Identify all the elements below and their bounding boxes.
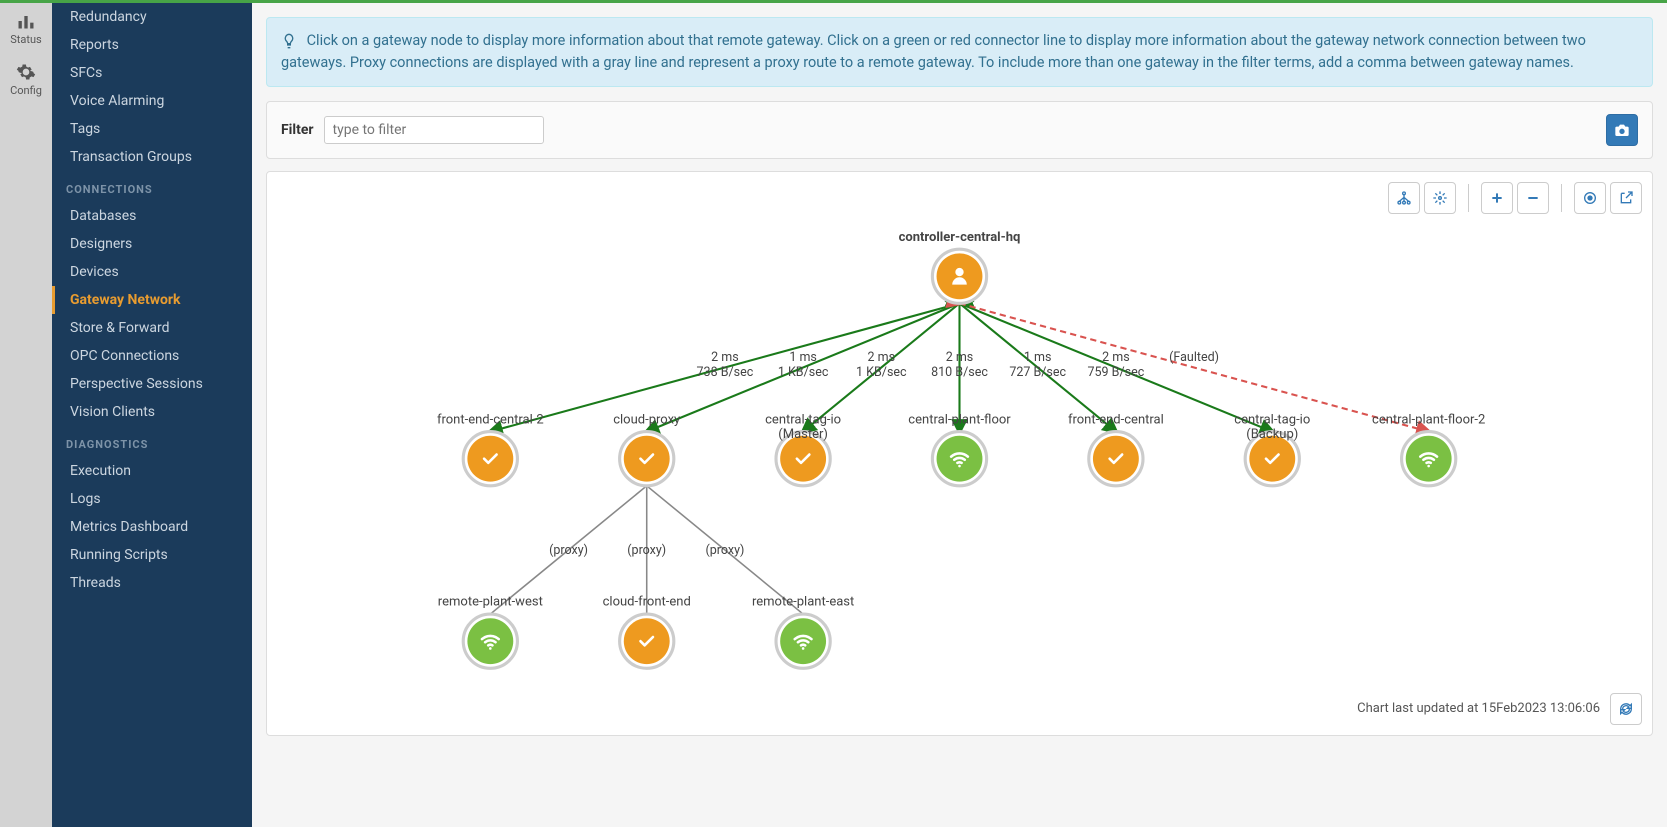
svg-text:810 B/sec: 810 B/sec xyxy=(931,364,988,379)
sidebar-item-reports[interactable]: Reports xyxy=(52,31,252,59)
node-front-end-central[interactable]: front-end-central xyxy=(1068,412,1164,486)
svg-text:2 ms: 2 ms xyxy=(1102,350,1130,365)
sidebar-item-gateway-network[interactable]: Gateway Network xyxy=(52,286,252,314)
tree-layout-button[interactable] xyxy=(1388,182,1420,214)
node-central-tag-io-backup[interactable]: central-tag-io(Backup) xyxy=(1234,412,1310,486)
graph-panel: 2 ms738 B/sec1 ms1 KB/sec2 ms1 KB/sec2 m… xyxy=(266,171,1653,736)
sidebar-item-sfcs[interactable]: SFCs xyxy=(52,59,252,87)
zoom-in-button[interactable] xyxy=(1481,182,1513,214)
sidebar-item-execution[interactable]: Execution xyxy=(52,457,252,485)
sidebar-item-threads[interactable]: Threads xyxy=(52,569,252,597)
network-graph[interactable]: 2 ms738 B/sec1 ms1 KB/sec2 ms1 KB/sec2 m… xyxy=(267,172,1652,735)
svg-text:(proxy): (proxy) xyxy=(549,543,588,558)
sidebar-item-logs[interactable]: Logs xyxy=(52,485,252,513)
sidebar-item-voice-alarming[interactable]: Voice Alarming xyxy=(52,87,252,115)
svg-text:727 B/sec: 727 B/sec xyxy=(1009,364,1066,379)
rail-config[interactable]: Config xyxy=(0,54,52,105)
screenshot-button[interactable] xyxy=(1606,114,1638,146)
node-controller-central-hq[interactable]: controller-central-hq xyxy=(899,229,1021,303)
svg-text:1 KB/sec: 1 KB/sec xyxy=(778,364,829,379)
info-banner-text: Click on a gateway node to display more … xyxy=(281,32,1586,71)
node-cloud-proxy[interactable]: cloud-proxy xyxy=(613,412,680,486)
filter-label: Filter xyxy=(281,122,314,138)
svg-text:(Faulted): (Faulted) xyxy=(1169,350,1219,365)
sidebar-item-tags[interactable]: Tags xyxy=(52,115,252,143)
svg-text:front-end-central-2: front-end-central-2 xyxy=(437,412,544,427)
camera-icon xyxy=(1614,122,1630,138)
plus-icon xyxy=(1489,190,1505,206)
svg-text:remote-plant-east: remote-plant-east xyxy=(752,594,854,609)
svg-text:1 ms: 1 ms xyxy=(789,350,817,365)
recenter-button[interactable] xyxy=(1574,182,1606,214)
svg-text:cloud-front-end: cloud-front-end xyxy=(603,594,691,609)
filter-bar: Filter xyxy=(266,101,1653,159)
tree-icon xyxy=(1396,190,1412,206)
sidebar-item-transaction-groups[interactable]: Transaction Groups xyxy=(52,143,252,171)
refresh-icon xyxy=(1618,701,1634,717)
svg-text:2 ms: 2 ms xyxy=(711,350,739,365)
bar-chart-icon xyxy=(16,11,36,31)
minus-icon xyxy=(1525,190,1541,206)
node-central-tag-io-master[interactable]: central-tag-io(Master) xyxy=(765,412,841,486)
svg-text:738 B/sec: 738 B/sec xyxy=(697,364,754,379)
diagnostics-header: DIAGNOSTICS xyxy=(52,426,252,457)
external-link-icon xyxy=(1618,190,1634,206)
svg-text:(Master): (Master) xyxy=(778,426,828,441)
svg-text:front-end-central: front-end-central xyxy=(1068,412,1164,427)
rail-config-label: Config xyxy=(10,84,42,97)
svg-text:central-plant-floor-2: central-plant-floor-2 xyxy=(1372,412,1485,427)
lightbulb-icon xyxy=(281,33,297,49)
radial-icon xyxy=(1432,190,1448,206)
rail-status[interactable]: Status xyxy=(0,3,52,54)
sidebar-item-databases[interactable]: Databases xyxy=(52,202,252,230)
svg-text:1 ms: 1 ms xyxy=(1024,350,1052,365)
svg-text:remote-plant-west: remote-plant-west xyxy=(438,594,543,609)
graph-footer: Chart last updated at 15Feb2023 13:06:06 xyxy=(1357,693,1642,725)
sidebar-item-running-scripts[interactable]: Running Scripts xyxy=(52,541,252,569)
gear-icon xyxy=(16,62,36,82)
connections-header: CONNECTIONS xyxy=(52,171,252,202)
sidebar-item-perspective-sessions[interactable]: Perspective Sessions xyxy=(52,370,252,398)
main-content: Click on a gateway node to display more … xyxy=(252,3,1667,824)
sidebar-item-redundancy[interactable]: Redundancy xyxy=(52,3,252,31)
svg-text:central-plant-floor: central-plant-floor xyxy=(908,412,1011,427)
radial-layout-button[interactable] xyxy=(1424,182,1456,214)
svg-text:2 ms: 2 ms xyxy=(868,350,896,365)
chart-updated-text: Chart last updated at 15Feb2023 13:06:06 xyxy=(1357,701,1600,716)
filter-input[interactable] xyxy=(324,116,544,144)
svg-text:controller-central-hq: controller-central-hq xyxy=(899,229,1021,244)
svg-text:(Backup): (Backup) xyxy=(1246,426,1298,441)
info-banner: Click on a gateway node to display more … xyxy=(266,17,1653,87)
node-central-plant-floor-2[interactable]: central-plant-floor-2 xyxy=(1372,412,1485,486)
svg-text:(proxy): (proxy) xyxy=(627,543,666,558)
sidebar-item-store-forward[interactable]: Store & Forward xyxy=(52,314,252,342)
svg-text:central-tag-io: central-tag-io xyxy=(1234,412,1310,427)
sidebar-item-vision-clients[interactable]: Vision Clients xyxy=(52,398,252,426)
refresh-button[interactable] xyxy=(1610,693,1642,725)
sidebar-item-opc-connections[interactable]: OPC Connections xyxy=(52,342,252,370)
target-icon xyxy=(1582,190,1598,206)
sidebar: RedundancyReportsSFCsVoice AlarmingTagsT… xyxy=(52,3,252,827)
sidebar-item-metrics-dashboard[interactable]: Metrics Dashboard xyxy=(52,513,252,541)
sidebar-item-designers[interactable]: Designers xyxy=(52,230,252,258)
graph-toolbar xyxy=(1388,182,1642,214)
node-remote-plant-west[interactable]: remote-plant-west xyxy=(438,594,543,668)
rail-sidebar: Status Config xyxy=(0,3,52,827)
node-front-end-central-2[interactable]: front-end-central-2 xyxy=(437,412,544,486)
svg-text:central-tag-io: central-tag-io xyxy=(765,412,841,427)
node-remote-plant-east[interactable]: remote-plant-east xyxy=(752,594,854,668)
zoom-out-button[interactable] xyxy=(1517,182,1549,214)
sidebar-item-devices[interactable]: Devices xyxy=(52,258,252,286)
svg-text:1 KB/sec: 1 KB/sec xyxy=(856,364,907,379)
svg-text:2 ms: 2 ms xyxy=(946,350,974,365)
svg-text:(proxy): (proxy) xyxy=(705,543,744,558)
node-central-plant-floor[interactable]: central-plant-floor xyxy=(908,412,1011,486)
svg-text:759 B/sec: 759 B/sec xyxy=(1088,364,1145,379)
popout-button[interactable] xyxy=(1610,182,1642,214)
node-cloud-front-end[interactable]: cloud-front-end xyxy=(603,594,691,668)
rail-status-label: Status xyxy=(10,33,41,46)
svg-text:cloud-proxy: cloud-proxy xyxy=(613,412,680,427)
